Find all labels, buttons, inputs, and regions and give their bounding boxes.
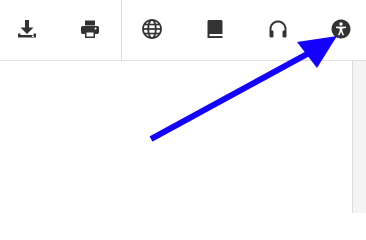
print-icon	[79, 18, 101, 40]
content-area	[0, 61, 352, 213]
toolbar-divider	[121, 0, 122, 60]
audio-button[interactable]	[263, 14, 293, 44]
globe-icon	[141, 18, 163, 40]
language-button[interactable]	[137, 14, 167, 44]
book-icon	[204, 18, 226, 40]
headphones-icon	[267, 18, 289, 40]
app-window	[0, 0, 366, 213]
accessibility-button[interactable]	[326, 14, 356, 44]
vertical-scrollbar[interactable]	[352, 61, 366, 213]
download-icon	[16, 18, 38, 40]
download-button[interactable]	[12, 14, 42, 44]
accessibility-icon	[330, 18, 352, 40]
print-button[interactable]	[75, 14, 105, 44]
toolbar	[0, 0, 366, 61]
book-button[interactable]	[200, 14, 230, 44]
